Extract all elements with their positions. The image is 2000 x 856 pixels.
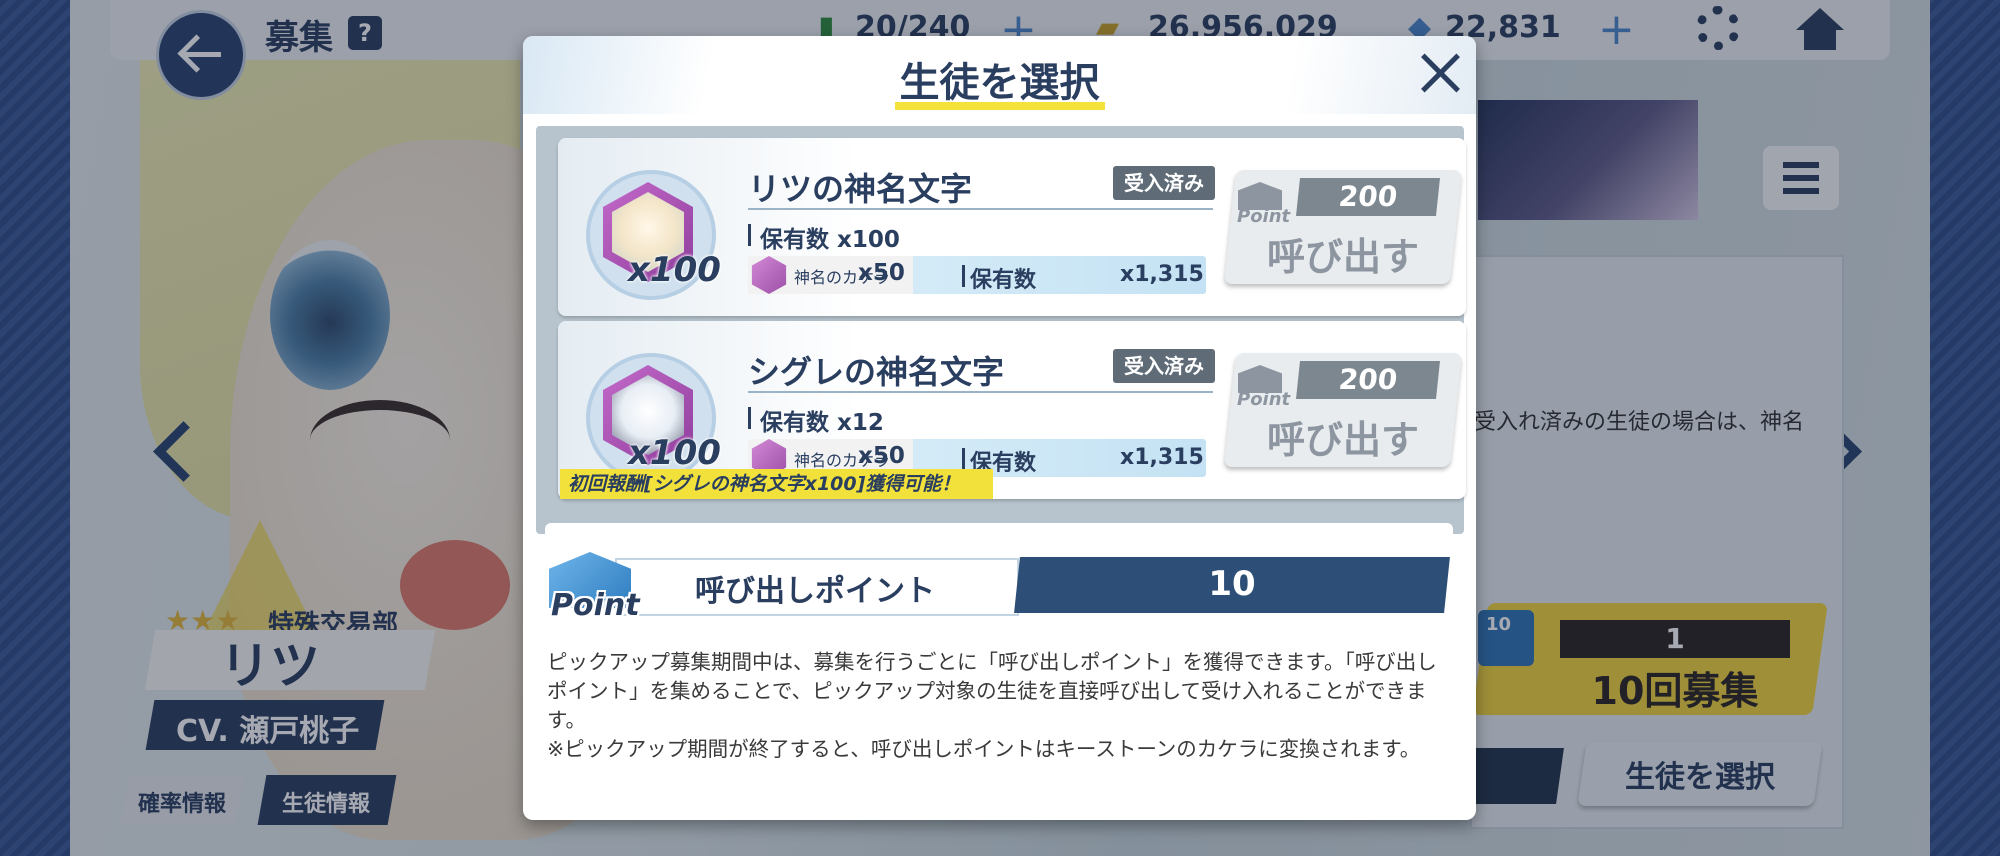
status-badge: 受入済み [1113, 166, 1215, 200]
owned-count: 保有数 x12 [748, 403, 884, 437]
list-item[interactable]: x100 リツの神名文字 受入済み 保有数 x100 神名のカケラ x50 保有… [558, 138, 1466, 316]
modal-title: 生徒を選択 [899, 60, 1100, 106]
call-cost: 200 [1296, 178, 1440, 216]
list-item-peek [545, 523, 1453, 535]
point-label: Point [1237, 206, 1291, 227]
divider [748, 391, 1213, 393]
owned-count-text: 保有数 x12 [760, 410, 884, 436]
eleph-count: x50 [858, 260, 905, 286]
description: ピックアップ募集期間中は、募集を行うごとに「呼び出しポイント」を獲得できます。「… [547, 648, 1452, 764]
owned-count: 保有数 x100 [748, 220, 900, 254]
owned-count-text: 保有数 x100 [760, 227, 900, 253]
item-multiplier: x100 [628, 250, 721, 290]
description-text: ピックアップ募集期間中は、募集を行うごとに「呼び出しポイント」を獲得できます。「… [547, 650, 1437, 732]
eleph-owned-value: x1,315 [1120, 262, 1204, 287]
close-icon[interactable] [1418, 50, 1462, 94]
call-cost: 200 [1296, 361, 1440, 399]
select-student-modal: 生徒を選択 x100 リツの神名文字 受入済み 保有数 x100 神名のカケラ … [523, 36, 1476, 820]
item-multiplier: x100 [628, 433, 721, 473]
eleph-count: x50 [858, 443, 905, 469]
call-point-label: 呼び出しポイント [695, 574, 935, 609]
point-label: Point [1237, 389, 1291, 410]
eleph-owned-value: x1,315 [1120, 445, 1204, 470]
call-point-value: 10 [1208, 564, 1256, 604]
first-reward-banner: 初回報酬[シグレの神名文字x100]獲得可能！ [560, 469, 993, 499]
call-button-label: 呼び出す [1266, 418, 1419, 462]
title-underline [895, 102, 1105, 110]
student-list[interactable]: x100 リツの神名文字 受入済み 保有数 x100 神名のカケラ x50 保有… [536, 126, 1466, 534]
list-item[interactable]: x100 シグレの神名文字 受入済み 保有数 x12 神名のカケラ x50 保有… [558, 321, 1466, 499]
eleph-owned-label: 保有数 [961, 262, 1036, 294]
point-word: Point [551, 588, 640, 623]
item-name: シグレの神名文字 [748, 353, 1005, 391]
divider [748, 208, 1213, 210]
status-badge: 受入済み [1113, 349, 1215, 383]
call-button-label: 呼び出す [1266, 235, 1419, 279]
item-name: リツの神名文字 [748, 170, 973, 208]
description-note: ※ピックアップ期間が終了すると、呼び出しポイントはキーストーンのカケラに変換され… [547, 737, 1421, 761]
